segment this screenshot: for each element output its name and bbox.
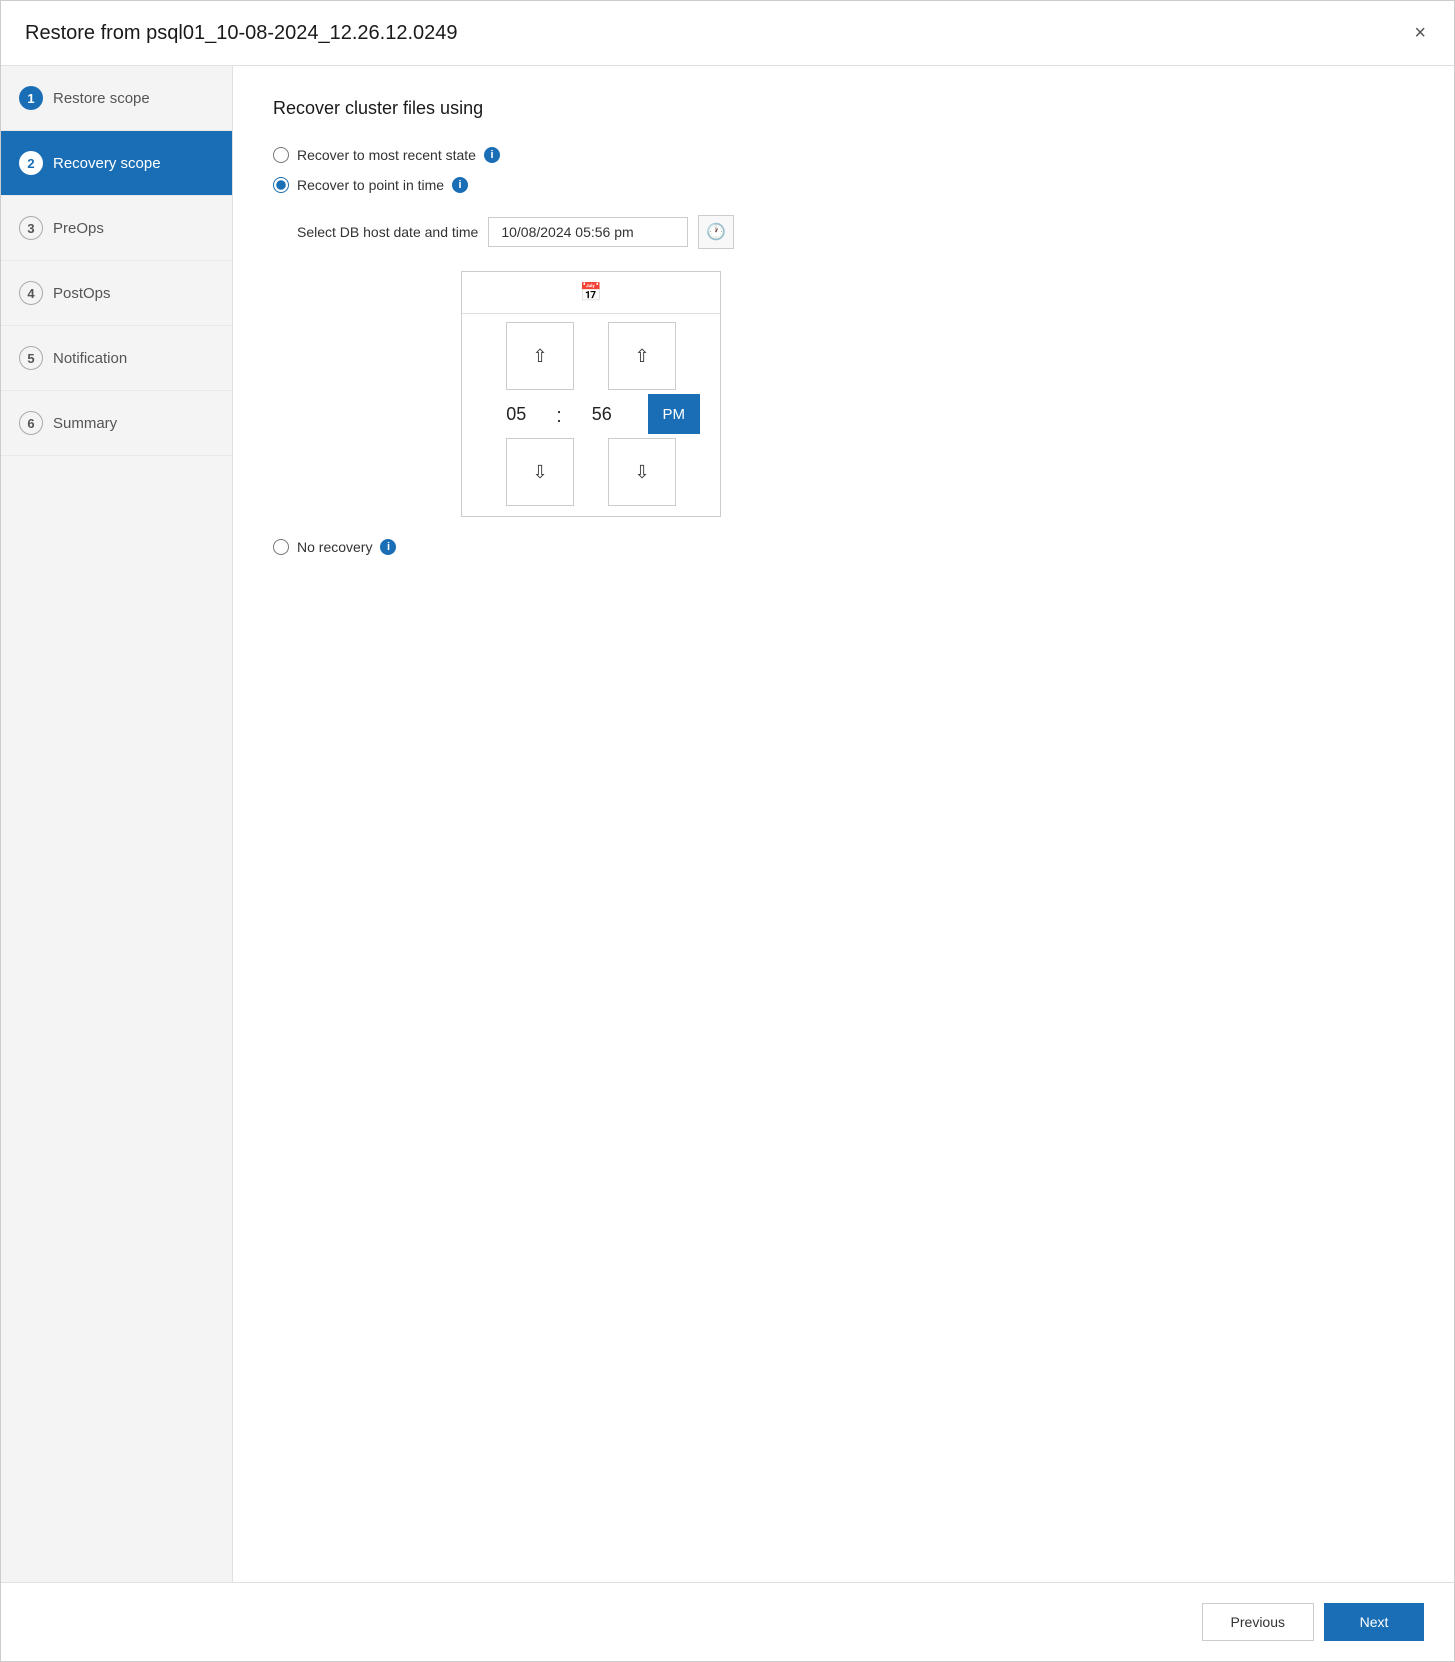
minute-value: 56 [568,398,636,431]
time-picker-container: 📅 ⇧ ⇧ 05 : 56 PM [437,267,1414,517]
hour-down-button[interactable]: ⇩ [506,438,574,506]
option-point-in-time[interactable]: Recover to point in time i [273,177,1414,193]
close-button[interactable]: × [1410,19,1430,47]
info-icon-most-recent[interactable]: i [484,147,500,163]
sidebar-label-restore-scope: Restore scope [53,90,150,107]
clock-icon: 🕐 [706,222,726,242]
time-picker: 📅 ⇧ ⇧ 05 : 56 PM [461,271,721,517]
dialog-header: Restore from psql01_10-08-2024_12.26.12.… [1,1,1454,66]
option-no-recovery-label: No recovery [297,539,372,555]
ampm-button[interactable]: PM [648,394,700,434]
sidebar-label-preops: PreOps [53,220,104,237]
step-3-number: 3 [19,216,43,240]
minute-up-button[interactable]: ⇧ [608,322,676,390]
sidebar-item-notification[interactable]: 5 Notification [1,326,232,391]
sidebar-item-restore-scope[interactable]: 1 Restore scope [1,66,232,131]
restore-dialog: Restore from psql01_10-08-2024_12.26.12.… [0,0,1455,1662]
info-icon-point-in-time[interactable]: i [452,177,468,193]
sidebar-label-notification: Notification [53,350,127,367]
radio-point-in-time[interactable] [273,177,289,193]
hour-value: 05 [482,398,550,431]
sidebar-item-recovery-scope[interactable]: 2 Recovery scope [1,131,232,196]
time-values-row: 05 : 56 PM [462,392,720,436]
step-5-number: 5 [19,346,43,370]
option-most-recent-label: Recover to most recent state [297,147,476,163]
recovery-options: Recover to most recent state i Recover t… [273,147,1414,555]
option-most-recent[interactable]: Recover to most recent state i [273,147,1414,163]
down-arrows-row: ⇩ ⇩ [462,436,720,516]
section-title: Recover cluster files using [273,98,1414,119]
sidebar-item-preops[interactable]: 3 PreOps [1,196,232,261]
info-icon-no-recovery[interactable]: i [380,539,396,555]
date-time-input[interactable] [488,217,688,247]
dialog-body: 1 Restore scope 2 Recovery scope 3 PreOp… [1,66,1454,1582]
option-point-in-time-label: Recover to point in time [297,177,444,193]
sidebar: 1 Restore scope 2 Recovery scope 3 PreOp… [1,66,233,1582]
dialog-footer: Previous Next [1,1582,1454,1661]
radio-no-recovery[interactable] [273,539,289,555]
date-time-label: Select DB host date and time [297,224,478,240]
time-picker-calendar-row: 📅 [462,272,720,314]
option-no-recovery[interactable]: No recovery i [273,539,1414,555]
next-button[interactable]: Next [1324,1603,1424,1641]
previous-button[interactable]: Previous [1202,1603,1314,1641]
step-6-number: 6 [19,411,43,435]
sidebar-label-recovery-scope: Recovery scope [53,155,161,172]
minute-down-button[interactable]: ⇩ [608,438,676,506]
date-time-row: Select DB host date and time 🕐 [297,215,1414,249]
sidebar-item-postops[interactable]: 4 PostOps [1,261,232,326]
step-2-number: 2 [19,151,43,175]
sidebar-item-summary[interactable]: 6 Summary [1,391,232,456]
calendar-icon: 📅 [580,282,602,303]
time-separator: : [550,401,568,428]
step-1-number: 1 [19,86,43,110]
step-4-number: 4 [19,281,43,305]
hour-up-button[interactable]: ⇧ [506,322,574,390]
dialog-title: Restore from psql01_10-08-2024_12.26.12.… [25,22,458,45]
sidebar-label-postops: PostOps [53,285,111,302]
up-arrows-row: ⇧ ⇧ [462,314,720,392]
radio-most-recent[interactable] [273,147,289,163]
main-content: Recover cluster files using Recover to m… [233,66,1454,1582]
sidebar-label-summary: Summary [53,415,117,432]
clock-button[interactable]: 🕐 [698,215,734,249]
